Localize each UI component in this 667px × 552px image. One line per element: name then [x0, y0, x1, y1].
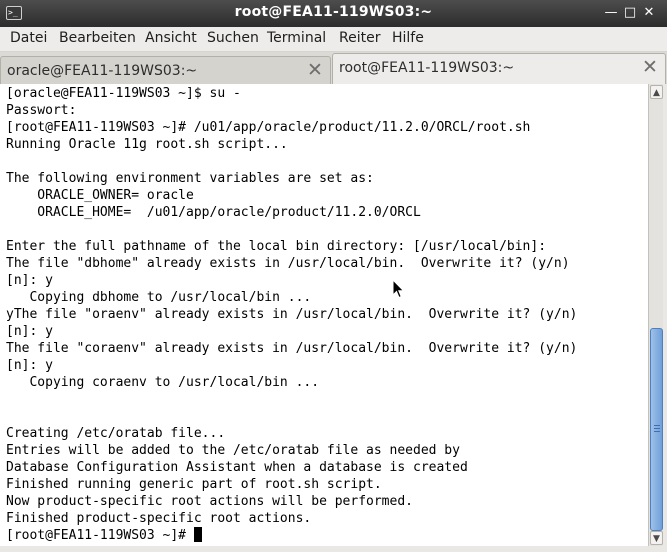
tab-close-icon[interactable]: ✕ — [306, 61, 324, 80]
tab-close-icon[interactable]: ✕ — [641, 58, 659, 77]
mouse-pointer-icon — [392, 279, 404, 299]
scroll-thumb[interactable] — [650, 327, 663, 531]
terminal-line: [oracle@FEA11-119WS03 ~]$ su - — [6, 86, 241, 101]
menu-ansicht[interactable]: Ansicht — [143, 30, 199, 46]
terminal-line: The file "dbhome" already exists in /usr… — [6, 256, 570, 271]
scroll-down-icon[interactable]: ▼ — [650, 531, 663, 545]
vertical-scrollbar[interactable]: ▲ ▼ — [648, 84, 664, 546]
maximize-icon[interactable]: □ — [622, 5, 638, 21]
tab-label: oracle@FEA11-119WS03:~ — [7, 63, 198, 79]
menu-suchen[interactable]: Suchen — [205, 30, 261, 46]
terminal-line: [n]: y — [6, 358, 53, 373]
text-cursor — [193, 527, 202, 542]
grip-icon — [654, 425, 660, 433]
scroll-up-icon[interactable]: ▲ — [650, 85, 663, 99]
minimize-icon[interactable]: — — [603, 5, 619, 21]
terminal-line: [n]: y — [6, 273, 53, 288]
terminal-line: The following environment variables are … — [6, 171, 374, 186]
menu-bearbeiten[interactable]: Bearbeiten — [57, 30, 138, 46]
tab-bar: oracle@FEA11-119WS03:~ ✕ root@FEA11-119W… — [0, 52, 667, 85]
terminal-line: yThe file "oraenv" already exists in /us… — [6, 307, 578, 322]
terminal-line: Copying dbhome to /usr/local/bin ... — [6, 290, 312, 305]
terminal-line: ORACLE_HOME= /u01/app/oracle/product/11.… — [6, 205, 421, 220]
menu-terminal[interactable]: Terminal — [265, 30, 328, 46]
menu-bar: Datei Bearbeiten Ansicht Suchen Terminal… — [0, 27, 667, 52]
command-prompt: [root@FEA11-119WS03 ~]# — [6, 528, 194, 543]
close-icon[interactable]: ✕ — [641, 5, 657, 21]
window-title: root@FEA11-119WS03:~ — [234, 4, 433, 20]
title-bar[interactable]: >_ root@FEA11-119WS03:~ — □ ✕ — [0, 0, 667, 28]
terminal-line: Enter the full pathname of the local bin… — [6, 239, 547, 254]
terminal-window: >_ root@FEA11-119WS03:~ — □ ✕ Datei Bear… — [0, 0, 667, 552]
tab-root[interactable]: root@FEA11-119WS03:~ ✕ — [332, 53, 666, 85]
terminal-line: Entries will be added to the /etc/oratab… — [6, 443, 460, 458]
terminal-line: [root@FEA11-119WS03 ~]# /u01/app/oracle/… — [6, 120, 531, 135]
window-frame — [663, 84, 667, 552]
terminal-area[interactable]: [oracle@FEA11-119WS03 ~]$ su - Passwort:… — [0, 84, 648, 546]
terminal-line: Running Oracle 11g root.sh script... — [6, 137, 288, 152]
terminal-line: ORACLE_OWNER= oracle — [6, 188, 194, 203]
terminal-line: Finished product-specific root actions. — [6, 511, 312, 526]
terminal-line: Creating /etc/oratab file... — [6, 426, 226, 441]
terminal-line: [n]: y — [6, 324, 53, 339]
terminal-output[interactable]: [oracle@FEA11-119WS03 ~]$ su - Passwort:… — [6, 85, 577, 544]
terminal-line: Now product-specific root actions will b… — [6, 494, 413, 509]
menu-hilfe[interactable]: Hilfe — [390, 30, 426, 46]
terminal-line: Database Configuration Assistant when a … — [6, 460, 468, 475]
terminal-line: Finished running generic part of root.sh… — [6, 477, 382, 492]
tab-oracle[interactable]: oracle@FEA11-119WS03:~ ✕ — [0, 56, 331, 84]
window-frame — [0, 546, 667, 552]
terminal-line: Copying coraenv to /usr/local/bin ... — [6, 375, 320, 390]
menu-datei[interactable]: Datei — [8, 30, 49, 46]
terminal-line: Passwort: — [6, 103, 77, 118]
terminal-line: The file "coraenv" already exists in /us… — [6, 341, 578, 356]
tab-label: root@FEA11-119WS03:~ — [339, 60, 515, 76]
menu-reiter[interactable]: Reiter — [337, 30, 382, 46]
